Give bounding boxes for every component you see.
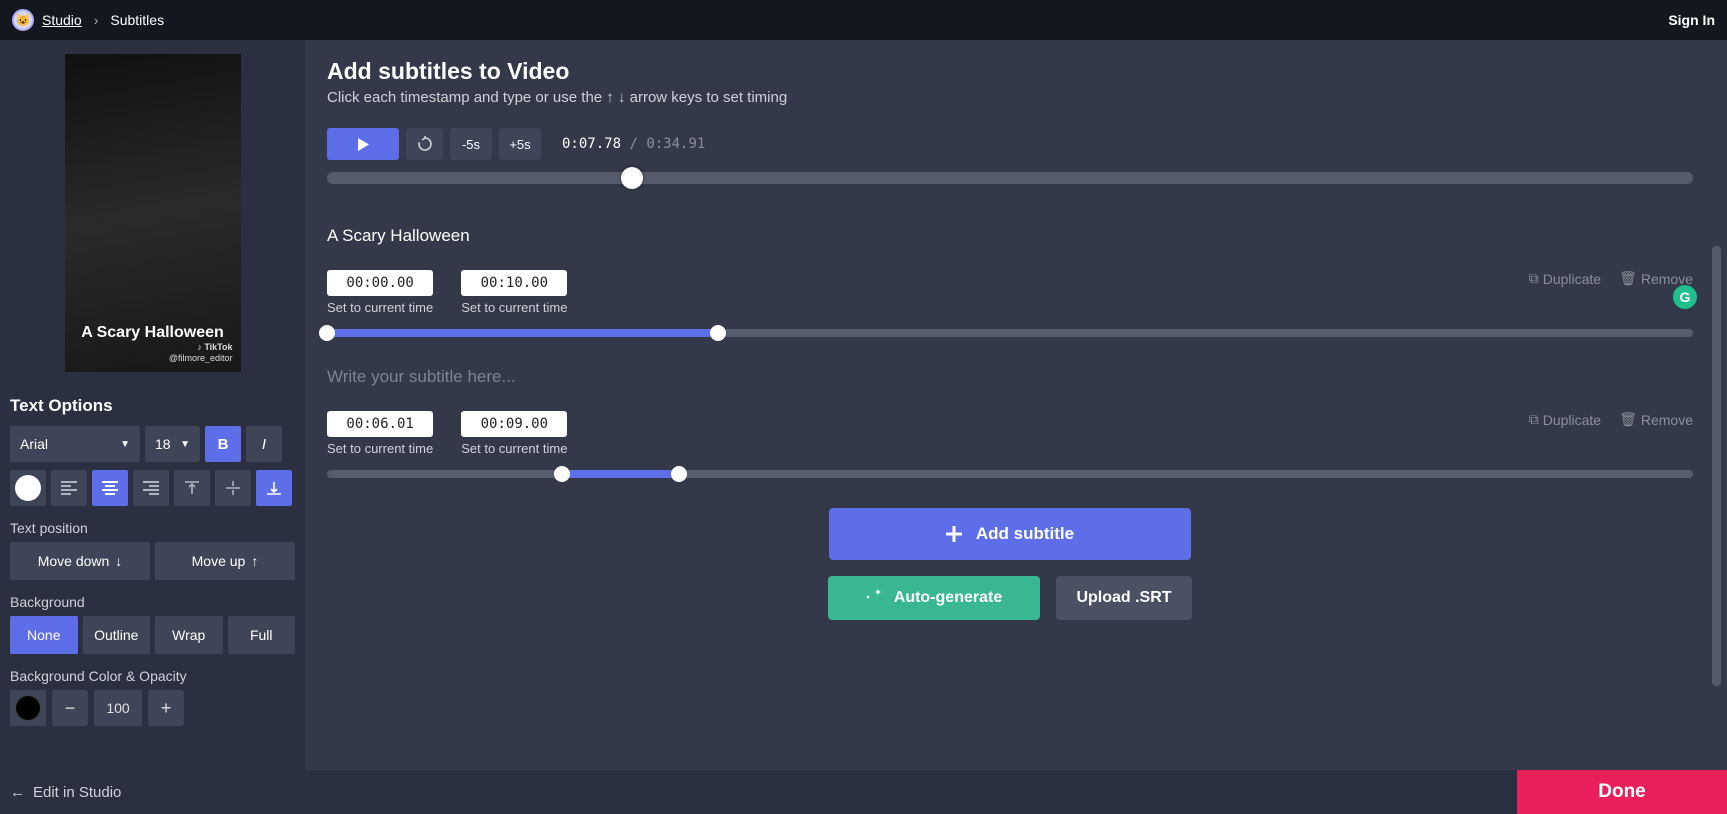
range-end-thumb[interactable] bbox=[671, 466, 687, 482]
opacity-value[interactable]: 100 bbox=[94, 690, 142, 726]
scrollbar[interactable] bbox=[1712, 246, 1721, 686]
end-time-input[interactable]: 00:10.00 bbox=[461, 270, 567, 296]
bottom-bar: ← Edit in Studio Done bbox=[0, 770, 1727, 814]
preview-brand: ♪ TikTok @filmore_editor bbox=[169, 342, 233, 364]
bg-wrap-button[interactable]: Wrap bbox=[155, 616, 223, 654]
chevron-down-icon: ▼ bbox=[120, 439, 130, 450]
back-5s-button[interactable]: -5s bbox=[450, 128, 492, 160]
sign-in-link[interactable]: Sign In bbox=[1668, 12, 1715, 28]
font-size-select[interactable]: 18▼ bbox=[145, 426, 200, 462]
bg-full-button[interactable]: Full bbox=[228, 616, 296, 654]
valign-top-button[interactable] bbox=[174, 470, 210, 506]
bold-button[interactable]: B bbox=[205, 426, 241, 462]
restart-button[interactable] bbox=[406, 128, 443, 160]
crumb-separator: › bbox=[94, 12, 99, 28]
play-button[interactable] bbox=[327, 128, 399, 160]
subtitle-block: Write your subtitle here... 00:06.01 Set t… bbox=[327, 367, 1693, 478]
align-right-icon bbox=[143, 481, 159, 495]
trash-icon: 🗑 bbox=[1619, 411, 1637, 428]
page-subtitle: Click each timestamp and type or use the… bbox=[327, 89, 1693, 106]
range-end-thumb[interactable] bbox=[710, 325, 726, 341]
time-display: 0:07.78 / 0:34.91 bbox=[562, 136, 705, 152]
move-up-button[interactable]: Move up↑ bbox=[155, 542, 295, 580]
app-logo[interactable]: 😺 bbox=[12, 9, 34, 31]
set-current-time-start[interactable]: Set to current time bbox=[327, 300, 433, 315]
duplicate-icon: ⧉ bbox=[1529, 270, 1539, 287]
opacity-increment[interactable]: + bbox=[148, 690, 184, 726]
valign-middle-button[interactable] bbox=[215, 470, 251, 506]
start-time-input[interactable]: 00:06.01 bbox=[327, 411, 433, 437]
wand-icon bbox=[866, 589, 884, 607]
plus-icon bbox=[946, 526, 962, 542]
background-label: Background bbox=[10, 594, 295, 610]
chevron-down-icon: ▼ bbox=[180, 439, 190, 450]
text-options-heading: Text Options bbox=[10, 396, 295, 416]
video-preview[interactable]: A Scary Halloween ♪ TikTok @filmore_edit… bbox=[65, 54, 241, 372]
text-position-label: Text position bbox=[10, 520, 295, 536]
subtitle-range-slider[interactable] bbox=[327, 329, 1693, 337]
range-start-thumb[interactable] bbox=[554, 466, 570, 482]
playhead-thumb[interactable] bbox=[621, 167, 643, 189]
forward-5s-button[interactable]: +5s bbox=[499, 128, 541, 160]
text-color-button[interactable] bbox=[10, 470, 46, 506]
valign-top-icon bbox=[185, 481, 199, 495]
set-current-time-end[interactable]: Set to current time bbox=[461, 441, 567, 456]
duplicate-subtitle[interactable]: ⧉Duplicate bbox=[1529, 270, 1601, 287]
italic-button[interactable]: I bbox=[246, 426, 282, 462]
subtitle-text-input[interactable]: Write your subtitle here... bbox=[327, 367, 1693, 389]
align-left-button[interactable] bbox=[51, 470, 87, 506]
top-bar: 😺 Studio › Subtitles Sign In bbox=[0, 0, 1727, 40]
crumb-studio[interactable]: Studio bbox=[42, 12, 82, 28]
subtitle-range-slider[interactable] bbox=[327, 470, 1693, 478]
remove-subtitle[interactable]: 🗑Remove bbox=[1619, 411, 1693, 428]
range-start-thumb[interactable] bbox=[319, 325, 335, 341]
align-center-button[interactable] bbox=[92, 470, 128, 506]
duplicate-subtitle[interactable]: ⧉Duplicate bbox=[1529, 411, 1601, 428]
main-panel: Add subtitles to Video Click each timest… bbox=[305, 40, 1727, 770]
add-subtitle-button[interactable]: Add subtitle bbox=[829, 508, 1191, 560]
page-title: Add subtitles to Video bbox=[327, 58, 1693, 85]
valign-bottom-button[interactable] bbox=[256, 470, 292, 506]
subtitle-text-input[interactable]: A Scary Halloween bbox=[327, 226, 1693, 248]
preview-caption: A Scary Halloween bbox=[65, 324, 241, 342]
edit-in-studio-link[interactable]: ← Edit in Studio bbox=[0, 784, 121, 801]
crumb-subtitles: Subtitles bbox=[110, 12, 164, 28]
align-right-button[interactable] bbox=[133, 470, 169, 506]
bg-outline-button[interactable]: Outline bbox=[83, 616, 151, 654]
play-icon bbox=[358, 138, 369, 151]
valign-bottom-icon bbox=[267, 481, 281, 495]
upload-srt-button[interactable]: Upload .SRT bbox=[1056, 576, 1192, 620]
arrow-left-icon: ← bbox=[10, 784, 25, 801]
arrow-down-icon: ↓ bbox=[115, 553, 122, 569]
arrow-up-icon: ↑ bbox=[251, 553, 258, 569]
sidebar: A Scary Halloween ♪ TikTok @filmore_edit… bbox=[0, 40, 305, 770]
breadcrumb: 😺 Studio › Subtitles bbox=[12, 9, 164, 31]
end-time-input[interactable]: 00:09.00 bbox=[461, 411, 567, 437]
restart-icon bbox=[417, 136, 433, 152]
start-time-input[interactable]: 00:00.00 bbox=[327, 270, 433, 296]
set-current-time-start[interactable]: Set to current time bbox=[327, 441, 433, 456]
subtitle-block: A Scary Halloween 00:00.00 Set to current … bbox=[327, 226, 1693, 337]
done-button[interactable]: Done bbox=[1517, 770, 1727, 814]
bg-color-opacity-label: Background Color & Opacity bbox=[10, 668, 295, 684]
trash-icon: 🗑 bbox=[1619, 270, 1637, 287]
bg-none-button[interactable]: None bbox=[10, 616, 78, 654]
font-select[interactable]: Arial▼ bbox=[10, 426, 140, 462]
set-current-time-end[interactable]: Set to current time bbox=[461, 300, 567, 315]
valign-middle-icon bbox=[226, 481, 240, 495]
duplicate-icon: ⧉ bbox=[1529, 411, 1539, 428]
bg-color-button[interactable] bbox=[10, 690, 46, 726]
playhead-scrubber[interactable] bbox=[327, 172, 1693, 184]
opacity-decrement[interactable]: − bbox=[52, 690, 88, 726]
auto-generate-button[interactable]: Auto-generate bbox=[828, 576, 1040, 620]
align-center-icon bbox=[102, 481, 118, 495]
align-left-icon bbox=[61, 481, 77, 495]
grammarly-badge[interactable]: G bbox=[1673, 285, 1697, 309]
move-down-button[interactable]: Move down↓ bbox=[10, 542, 150, 580]
